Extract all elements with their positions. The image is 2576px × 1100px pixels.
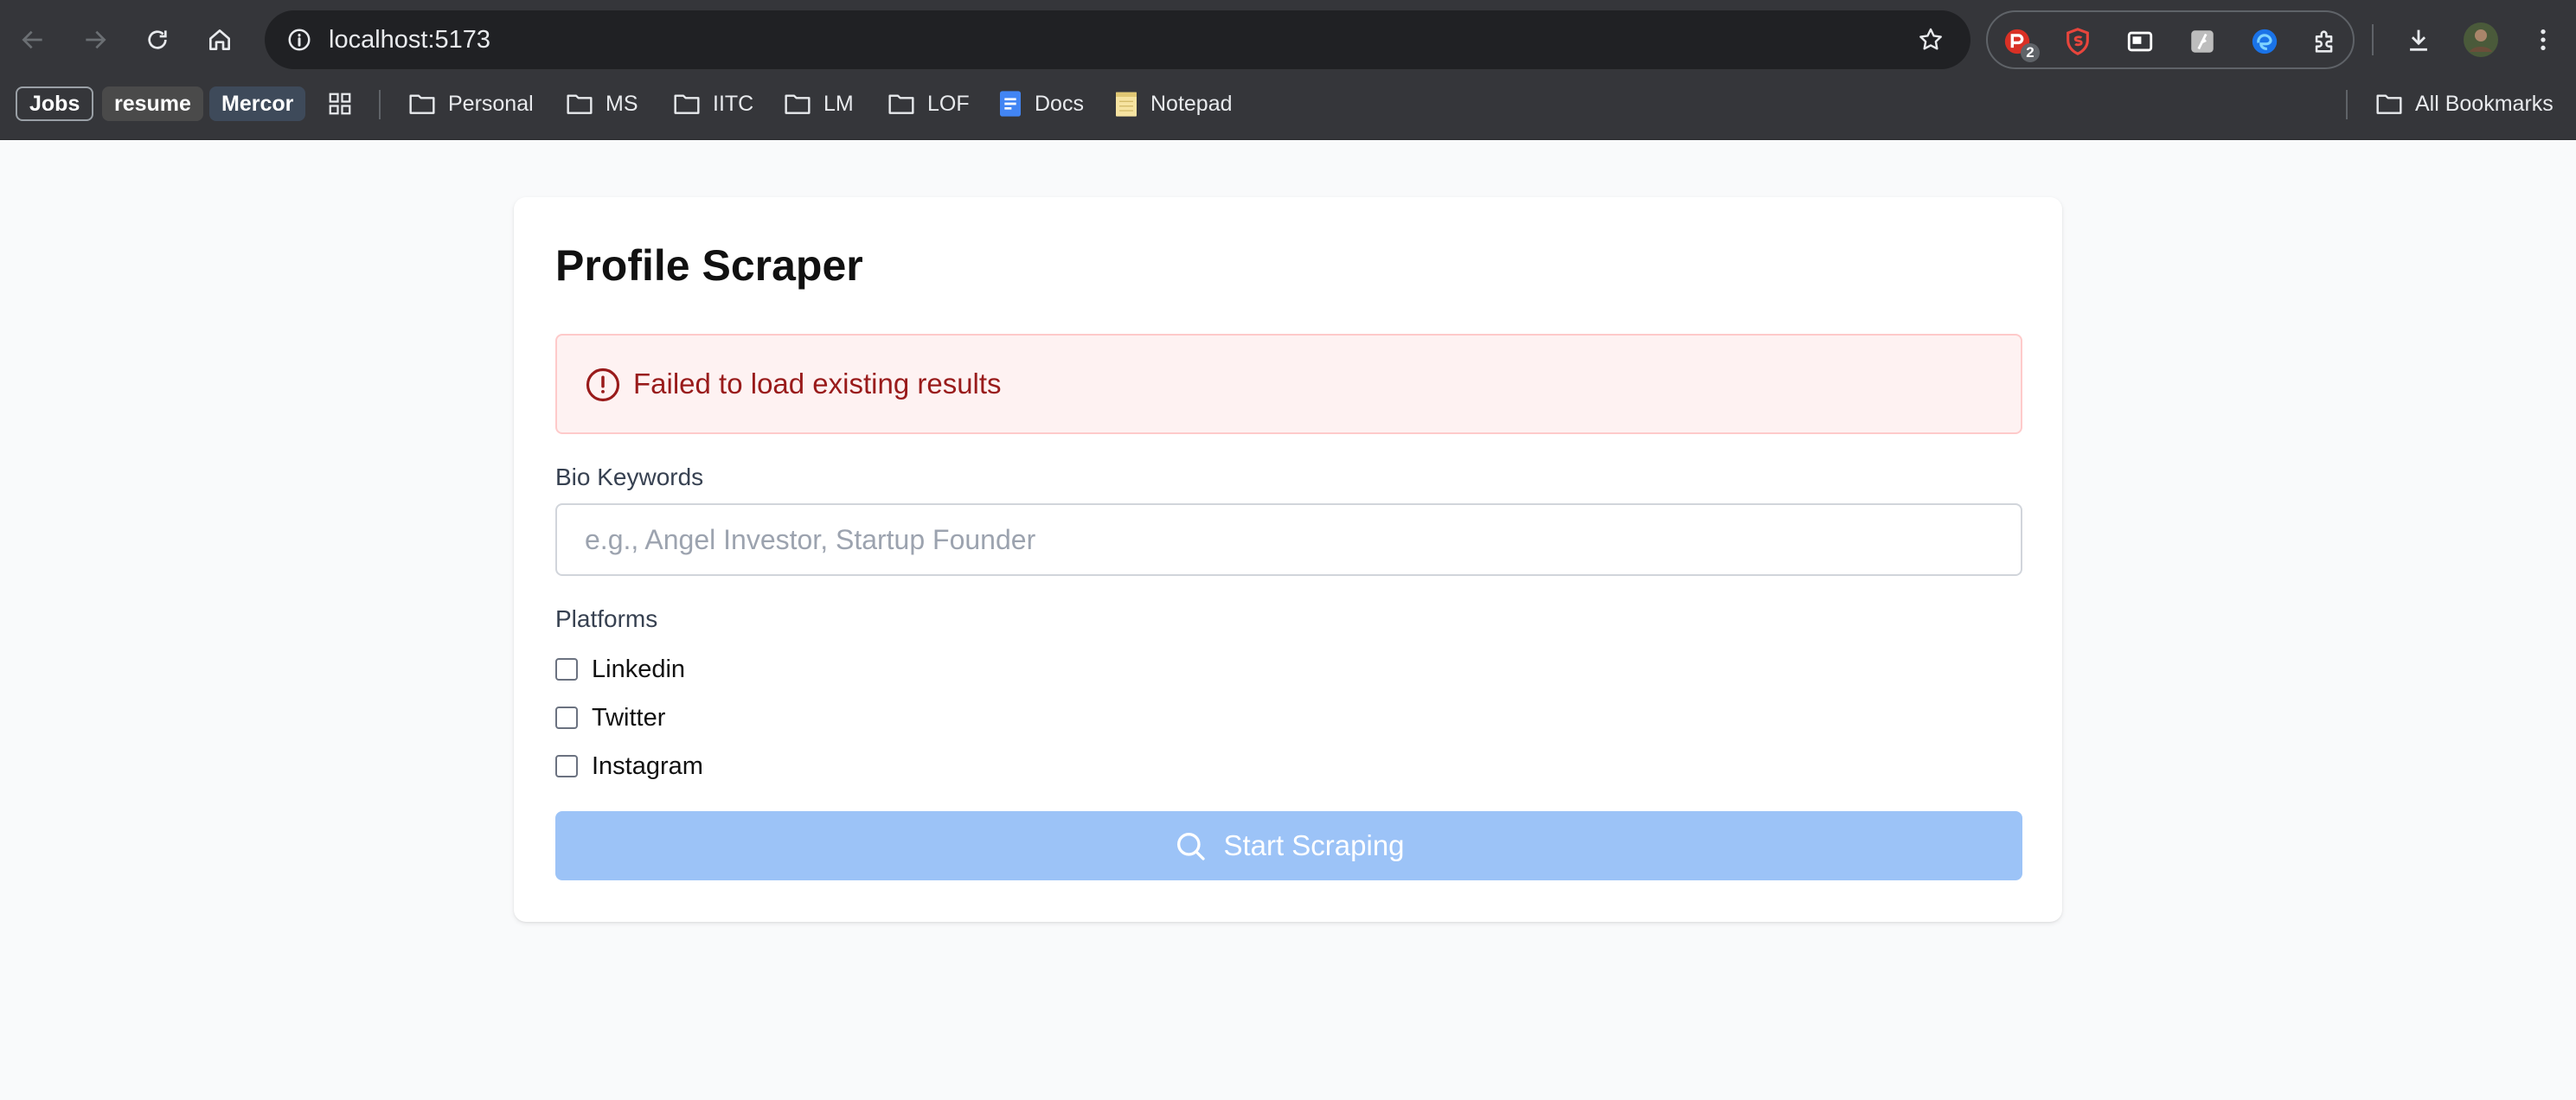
alert-circle-icon xyxy=(586,368,620,402)
bio-keywords-input[interactable] xyxy=(555,503,2022,576)
bookmark-folder-label: MS xyxy=(606,91,638,116)
linkedin-checkbox[interactable] xyxy=(555,658,578,681)
avatar-icon xyxy=(2464,22,2498,57)
bookmark-notepad-label: Notepad xyxy=(1150,91,1233,116)
back-button[interactable] xyxy=(12,19,54,61)
url-text: localhost:5173 xyxy=(329,26,491,54)
extension-stripe-button[interactable] xyxy=(2187,26,2218,57)
edge-extension-icon xyxy=(2252,29,2278,54)
bookmark-folder-label: LOF xyxy=(927,91,970,116)
notepad-icon xyxy=(1116,92,1137,117)
downloads-button[interactable] xyxy=(2398,19,2439,61)
bookmark-folder-ms[interactable]: MS xyxy=(566,85,638,123)
apps-grid-icon xyxy=(329,93,351,115)
forward-button[interactable] xyxy=(74,19,116,61)
platform-option-linkedin[interactable]: Linkedin xyxy=(555,652,685,687)
folder-icon xyxy=(888,94,914,114)
twitter-checkbox[interactable] xyxy=(555,707,578,729)
toolbar-divider xyxy=(2372,24,2374,55)
window-extension-icon xyxy=(2127,31,2153,52)
home-icon xyxy=(209,29,230,50)
bookmark-notepad[interactable]: Notepad xyxy=(1114,85,1233,123)
bookmark-folder-label: LM xyxy=(823,91,854,116)
bookmark-apps-grid[interactable] xyxy=(327,85,353,123)
platform-option-twitter[interactable]: Twitter xyxy=(555,700,665,735)
extensions-group: 2 xyxy=(1986,10,2355,69)
bookmarks-divider xyxy=(379,90,381,119)
folder-icon xyxy=(409,94,435,114)
profile-avatar-button[interactable] xyxy=(2460,19,2502,61)
error-message: Failed to load existing results xyxy=(633,368,1002,400)
folder-icon xyxy=(674,94,700,114)
bookmark-folder-lm[interactable]: LM xyxy=(784,85,854,123)
start-scraping-button[interactable]: Start Scraping xyxy=(555,811,2022,880)
platform-label: Linkedin xyxy=(592,655,686,683)
puzzle-icon xyxy=(2315,30,2333,53)
bookmark-resume[interactable]: resume xyxy=(102,86,203,121)
arrow-right-icon xyxy=(86,30,106,49)
bookmark-docs[interactable]: Docs xyxy=(998,85,1084,123)
profile-scraper-card: Profile Scraper Failed to load existing … xyxy=(514,197,2062,922)
error-alert: Failed to load existing results xyxy=(555,334,2022,434)
bookmark-folder-label: Personal xyxy=(448,91,534,116)
folder-icon xyxy=(2376,94,2402,114)
extensions-puzzle-button[interactable] xyxy=(2310,26,2341,57)
extension-shield-button[interactable] xyxy=(2062,26,2093,57)
extension-red-button[interactable]: 2 xyxy=(2002,26,2040,62)
folder-icon xyxy=(785,94,811,114)
instagram-checkbox[interactable] xyxy=(555,755,578,777)
bookmark-folder-personal[interactable]: Personal xyxy=(408,85,534,123)
search-icon xyxy=(1177,833,1206,860)
star-icon xyxy=(1919,28,1942,50)
folder-icon xyxy=(567,94,593,114)
extension-window-button[interactable] xyxy=(2124,26,2156,57)
platform-option-instagram[interactable]: Instagram xyxy=(555,749,703,783)
bookmark-mercor[interactable]: Mercor xyxy=(209,86,306,121)
bookmark-folder-iitc[interactable]: IITC xyxy=(673,85,753,123)
site-info-button[interactable] xyxy=(282,22,317,57)
docs-icon xyxy=(1000,91,1021,117)
bio-keywords-label: Bio Keywords xyxy=(555,464,704,490)
browser-menu-button[interactable] xyxy=(2522,19,2564,61)
bookmarks-divider xyxy=(2346,90,2348,119)
bookmark-jobs[interactable]: Jobs xyxy=(16,86,94,121)
reload-button[interactable] xyxy=(137,19,178,61)
home-button[interactable] xyxy=(199,19,240,61)
extension-badge: 2 xyxy=(2021,43,2040,62)
start-scraping-label: Start Scraping xyxy=(1223,829,1405,861)
arrow-left-icon xyxy=(22,30,42,49)
page-title: Profile Scraper xyxy=(555,241,863,290)
bookmark-star-button[interactable] xyxy=(1913,22,1948,57)
platform-label: Twitter xyxy=(592,703,666,732)
address-bar[interactable]: localhost:5173 xyxy=(265,10,1970,69)
platforms-label: Platforms xyxy=(555,605,658,632)
bookmark-docs-label: Docs xyxy=(1035,91,1084,116)
shield-extension-icon xyxy=(2067,28,2089,55)
all-bookmarks-label: All Bookmarks xyxy=(2415,91,2554,116)
stripe-extension-icon xyxy=(2191,30,2214,53)
info-icon xyxy=(288,29,311,51)
extension-edge-button[interactable] xyxy=(2249,26,2280,57)
download-icon xyxy=(2410,29,2427,51)
platform-label: Instagram xyxy=(592,751,703,780)
bookmark-folder-label: IITC xyxy=(713,91,754,116)
reload-icon xyxy=(148,30,167,49)
browser-toolbar: localhost:5173 2 xyxy=(0,0,2576,78)
bookmark-folder-lof[interactable]: LOF xyxy=(888,85,970,123)
kebab-menu-icon xyxy=(2541,29,2546,50)
all-bookmarks-button[interactable]: All Bookmarks xyxy=(2375,85,2554,123)
bookmarks-bar: Jobs resume Mercor Personal MS IITC LM L… xyxy=(0,78,2576,140)
